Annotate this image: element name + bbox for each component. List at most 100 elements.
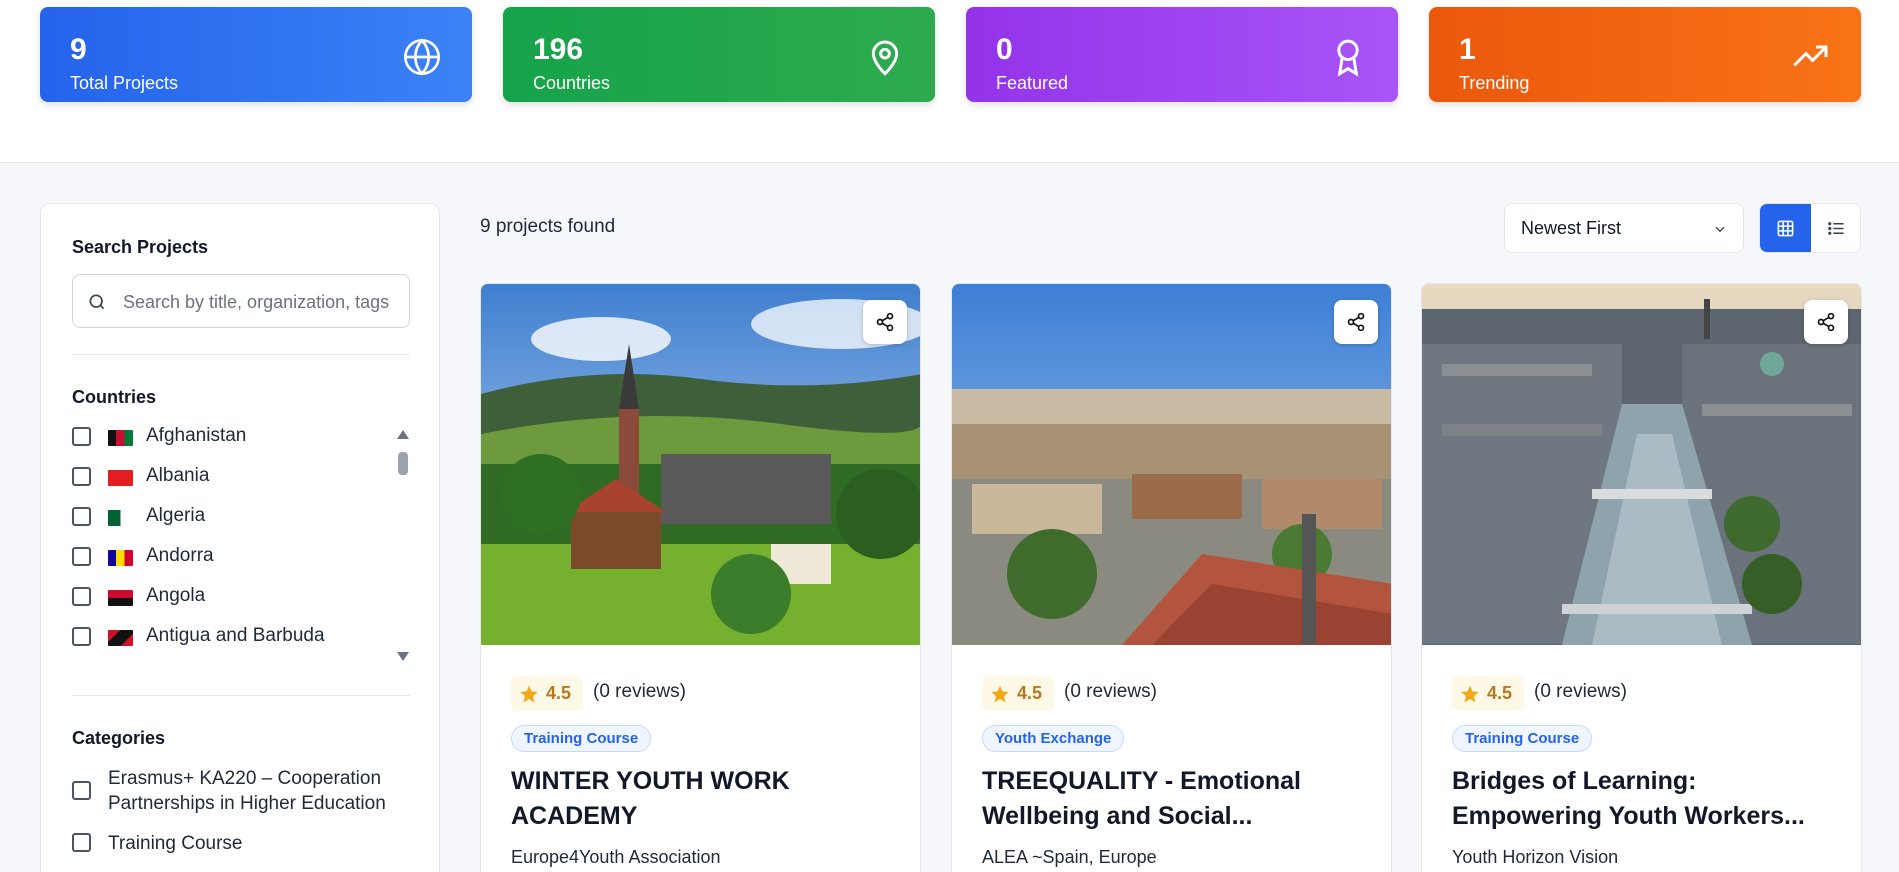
rating-badge: 4.5 xyxy=(1452,676,1524,711)
category-label: Erasmus+ KA220 – Cooperation Partnership… xyxy=(108,768,386,814)
country-list: Afghanistan Albania Algeria Andorra Ango… xyxy=(72,422,410,656)
country-label: Antigua and Barbuda xyxy=(146,625,325,646)
divider xyxy=(72,354,410,355)
scroll-up-arrow-icon[interactable] xyxy=(397,430,409,439)
project-organization: Europe4Youth Association xyxy=(511,847,721,867)
stat-card-countries: 196 Countries xyxy=(503,7,935,102)
review-count: (0 reviews) xyxy=(593,681,686,702)
search-section-title: Search Projects xyxy=(72,237,209,257)
country-checkbox[interactable] xyxy=(72,507,91,526)
country-checkbox[interactable] xyxy=(72,627,91,646)
stat-card-trending: 1 Trending xyxy=(1429,7,1861,102)
country-label: Afghanistan xyxy=(146,425,247,446)
search-box[interactable] xyxy=(72,274,410,328)
trending-up-icon xyxy=(1793,45,1828,67)
stat-value: 9 xyxy=(70,33,87,66)
category-badge: Training Course xyxy=(511,725,652,752)
stat-label: Featured xyxy=(996,73,1069,93)
stats-band: 9 Total Projects 196 Countries 0 Feature… xyxy=(0,0,1899,163)
project-title[interactable]: Bridges of Learning: Empowering Youth Wo… xyxy=(1452,764,1842,834)
country-label: Algeria xyxy=(146,505,206,526)
categories-section-title: Categories xyxy=(72,728,166,748)
rating-value: 4.5 xyxy=(1017,683,1043,703)
country-option[interactable]: Andorra xyxy=(72,542,382,572)
rating-value: 4.5 xyxy=(546,683,572,703)
afghanistan-flag-icon xyxy=(108,430,133,446)
scroll-thumb[interactable] xyxy=(398,452,408,475)
country-checkbox[interactable] xyxy=(72,547,91,566)
project-card[interactable]: 4.5 (0 reviews) Training Course Bridges … xyxy=(1421,283,1862,872)
category-option[interactable]: Erasmus+ KA220 – Cooperation Partnership… xyxy=(72,766,402,820)
category-badge: Training Course xyxy=(1452,725,1593,752)
country-label: Andorra xyxy=(146,545,214,566)
award-icon xyxy=(1337,39,1359,77)
sort-value: Newest First xyxy=(1521,218,1622,238)
search-icon xyxy=(89,294,105,310)
project-title[interactable]: WINTER YOUTH WORK ACADEMY xyxy=(511,764,901,834)
chevron-down-icon xyxy=(1715,226,1725,233)
stat-label: Total Projects xyxy=(70,73,179,93)
project-image[interactable] xyxy=(952,284,1391,645)
share-icon xyxy=(1347,312,1365,332)
star-icon xyxy=(520,685,538,703)
category-checkbox[interactable] xyxy=(72,833,91,852)
search-input[interactable] xyxy=(123,287,401,317)
project-organization: ALEA ~Spain, Europe xyxy=(982,847,1157,867)
results-count: 9 projects found xyxy=(480,216,616,237)
project-photo-village-church xyxy=(481,284,920,645)
share-icon xyxy=(876,312,894,332)
star-icon xyxy=(991,685,1009,703)
country-checkbox[interactable] xyxy=(72,587,91,606)
project-organization: Youth Horizon Vision xyxy=(1452,847,1619,867)
scroll-down-arrow-icon[interactable] xyxy=(397,652,409,661)
country-option[interactable]: Afghanistan xyxy=(72,422,382,452)
project-photo-city-rooftops xyxy=(952,284,1391,645)
country-option[interactable]: Albania xyxy=(72,462,382,492)
sort-dropdown[interactable]: Newest First xyxy=(1504,203,1744,253)
stat-value: 0 xyxy=(996,33,1013,66)
divider xyxy=(72,695,410,696)
country-checkbox[interactable] xyxy=(72,467,91,486)
grid-icon xyxy=(1777,220,1794,237)
country-list-scrollbar[interactable] xyxy=(397,430,409,661)
share-icon xyxy=(1817,312,1835,332)
category-checkbox[interactable] xyxy=(72,781,91,800)
andorra-flag-icon xyxy=(108,550,133,566)
list-icon xyxy=(1828,222,1844,235)
rating-value: 4.5 xyxy=(1487,683,1513,703)
albania-flag-icon xyxy=(108,470,133,486)
project-card[interactable]: 4.5 (0 reviews) Youth Exchange TREEQUALI… xyxy=(951,283,1392,872)
review-count: (0 reviews) xyxy=(1534,681,1627,702)
star-icon xyxy=(1461,685,1479,703)
countries-section-title: Countries xyxy=(72,387,157,407)
stat-card-featured: 0 Featured xyxy=(966,7,1398,102)
country-option[interactable]: Algeria xyxy=(72,502,382,532)
share-button[interactable] xyxy=(1804,300,1848,344)
country-checkbox[interactable] xyxy=(72,427,91,446)
country-label: Angola xyxy=(146,585,206,606)
share-button[interactable] xyxy=(863,300,907,344)
angola-flag-icon xyxy=(108,590,133,606)
country-option[interactable]: Antigua and Barbuda xyxy=(72,622,382,652)
country-label: Albania xyxy=(146,465,210,486)
rating-badge: 4.5 xyxy=(511,676,583,711)
project-card[interactable]: 4.5 (0 reviews) Training Course WINTER Y… xyxy=(480,283,921,872)
country-option[interactable]: Angola xyxy=(72,582,382,612)
rating-badge: 4.5 xyxy=(982,676,1054,711)
list-view-button[interactable] xyxy=(1811,204,1860,252)
stat-card-total-projects: 9 Total Projects xyxy=(40,7,472,102)
stat-value: 1 xyxy=(1459,33,1476,66)
category-option[interactable]: Training Course xyxy=(72,831,402,861)
project-image[interactable] xyxy=(1422,284,1861,645)
map-pin-icon xyxy=(871,40,899,76)
project-photo-river-city xyxy=(1422,284,1861,645)
grid-view-button[interactable] xyxy=(1760,204,1811,252)
project-image[interactable] xyxy=(481,284,920,645)
antigua-and-barbuda-flag-icon xyxy=(108,630,133,646)
share-button[interactable] xyxy=(1334,300,1378,344)
filters-sidebar: Search Projects Countries Afghanistan Al… xyxy=(40,203,440,872)
review-count: (0 reviews) xyxy=(1064,681,1157,702)
stat-value: 196 xyxy=(533,33,584,66)
project-title[interactable]: TREEQUALITY - Emotional Wellbeing and So… xyxy=(982,764,1372,834)
algeria-flag-icon xyxy=(108,510,133,526)
